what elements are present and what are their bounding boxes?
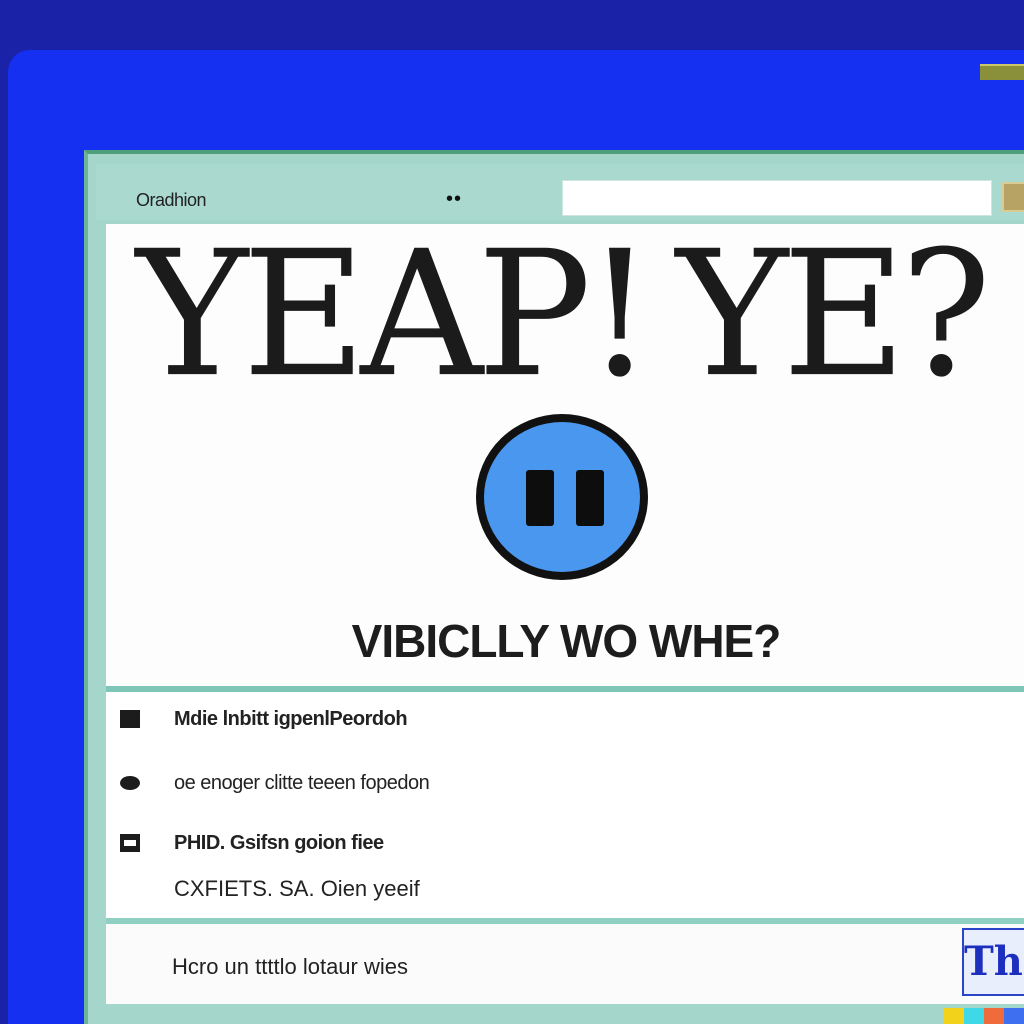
chat-bubble-icon[interactable]	[476, 414, 648, 580]
footer-text: Hcro un ttttlo lotaur wies	[172, 954, 408, 979]
app-window: Oradhion •• YEAP! YE? VIBICLLY WO WHE? M…	[84, 150, 1024, 1024]
list-item[interactable]: oe enoger clitte teeen fopedon	[106, 762, 1024, 802]
hero-caption: VIBICLLY WO WHE?	[351, 615, 782, 667]
pause-bar-left	[526, 470, 554, 526]
circle-icon	[120, 776, 140, 790]
title-bar: Oradhion ••	[96, 164, 1024, 220]
color-swatch	[944, 1008, 964, 1024]
address-input[interactable]	[562, 180, 992, 216]
window-icon	[120, 834, 140, 852]
footer-bar: Hcro un ttttlo lotaur wies Thh	[106, 924, 1024, 1004]
hero-word-left: YEAP!	[136, 214, 654, 416]
pause-bar-right	[576, 470, 604, 526]
options-list: Mdie lnbitt igpenlPeordoh oe enoger clit…	[106, 692, 1024, 924]
list-item-label: Mdie lnbitt igpenlPeordoh	[174, 708, 408, 730]
square-icon	[120, 710, 140, 728]
list-item[interactable]: PHID. Gsifsn goion fiee CXFIETS. SA. Oie…	[106, 822, 1024, 912]
list-item-sublabel: CXFIETS. SA. Oien yeeif	[174, 876, 420, 901]
footer-badge[interactable]: Thh	[962, 928, 1024, 996]
color-swatch	[984, 1008, 1004, 1024]
list-item-label: PHID. Gsifsn goion fiee	[174, 832, 384, 854]
color-swatch	[1004, 1008, 1024, 1024]
window-control-button[interactable]	[1002, 182, 1024, 212]
hero-banner: YEAP! YE? VIBICLLY WO WHE?	[106, 224, 1024, 692]
title-dots-icon[interactable]: ••	[446, 188, 462, 211]
window-title: Oradhion	[136, 190, 207, 210]
color-swatch	[964, 1008, 984, 1024]
monitor-corner-tab	[980, 64, 1024, 80]
list-item-label: oe enoger clitte teeen fopedon	[174, 772, 430, 794]
list-item[interactable]: Mdie lnbitt igpenlPeordoh	[106, 698, 1024, 738]
hero-word-right: YE?	[676, 214, 991, 416]
color-strip	[944, 1008, 1024, 1024]
